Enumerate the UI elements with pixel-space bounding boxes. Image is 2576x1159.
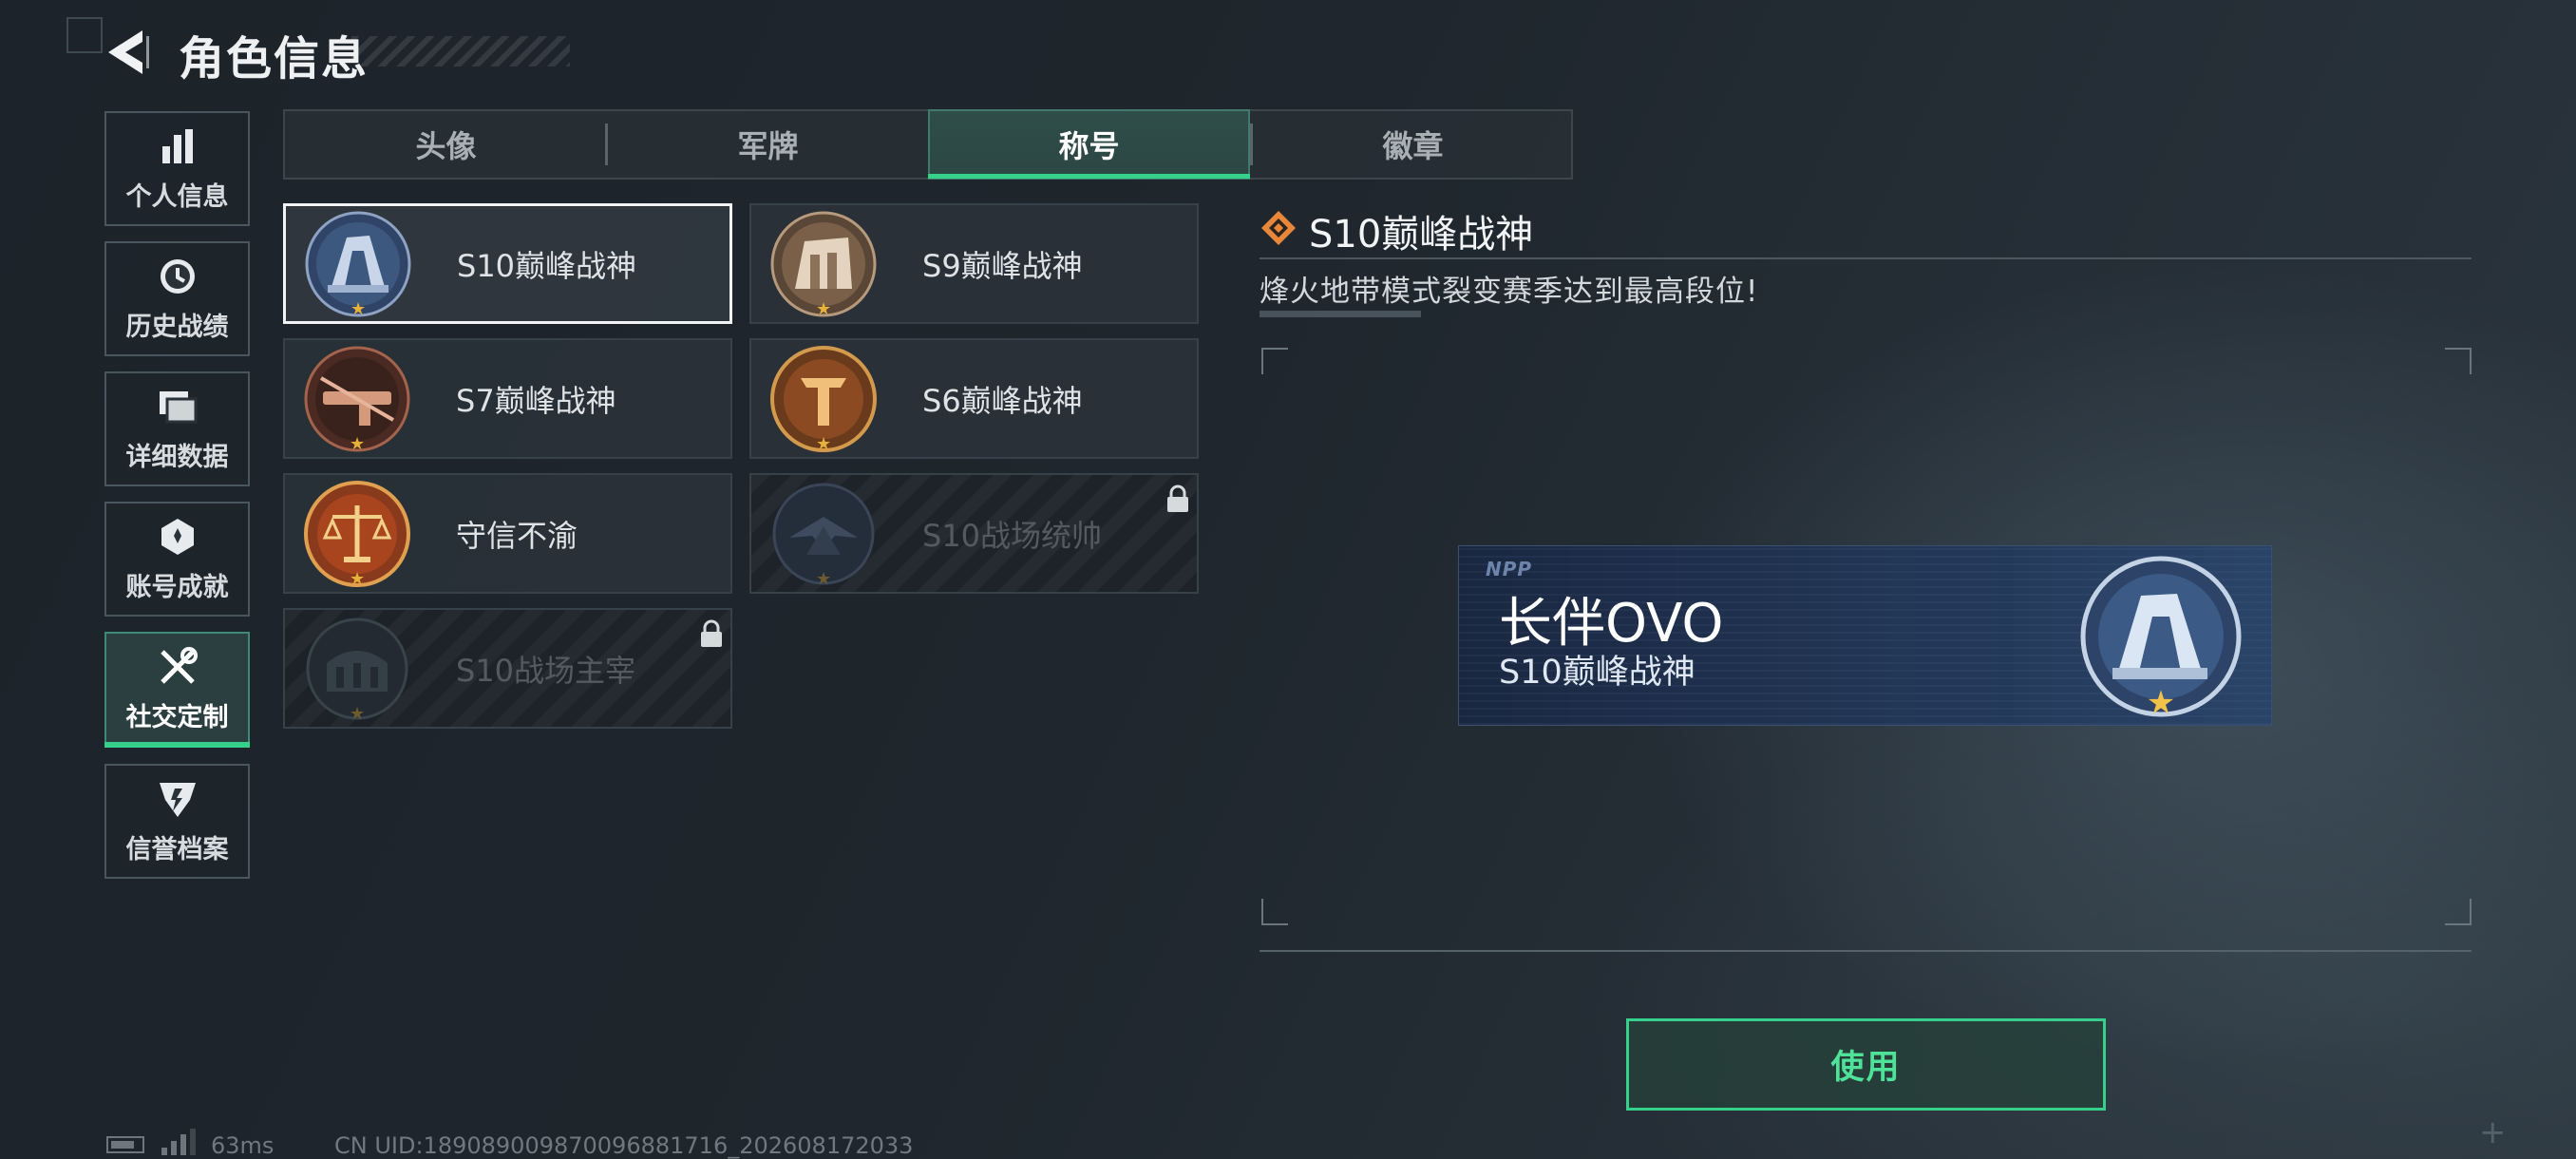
- title-card-s10-dominator[interactable]: ★ S10战场主宰: [283, 608, 732, 729]
- star-icon: ★: [350, 568, 366, 589]
- frame-corner: [1261, 348, 1288, 374]
- title-decoration: [351, 36, 570, 66]
- preview-title: S10巅峰战神: [1499, 654, 1695, 692]
- sidebar-item-label: 账号成就: [125, 573, 229, 602]
- title-card-name: S9巅峰战神: [922, 247, 1083, 284]
- tab-active-indicator: [928, 174, 1250, 179]
- corner-mark: [66, 17, 103, 53]
- star-icon: ★: [350, 298, 367, 319]
- s9-peak-emblem-icon: ★: [768, 209, 879, 319]
- s6-peak-emblem-icon: ★: [768, 344, 879, 454]
- sidebar-active-indicator: [104, 742, 250, 748]
- title-card-name: S10战场主宰: [456, 652, 636, 689]
- title-diamond-icon: [1260, 209, 1297, 247]
- sidebar-item-label: 信誉档案: [125, 835, 229, 864]
- title-card-s10-peak[interactable]: ★ S10巅峰战神: [283, 203, 732, 324]
- tab-avatar[interactable]: 头像: [285, 109, 607, 180]
- svg-text:★: ★: [2147, 684, 2175, 721]
- ping-text: 63ms: [211, 1132, 275, 1159]
- battery-icon: [106, 1136, 144, 1153]
- title-card-s6-peak[interactable]: ★ S6巅峰战神: [749, 338, 1199, 459]
- s10-dominator-emblem-icon: ★: [302, 614, 412, 724]
- sidebar-item-personal-info[interactable]: 个人信息: [104, 111, 250, 226]
- star-icon: ★: [816, 298, 832, 319]
- preview-emblem-icon: ★: [2076, 552, 2245, 722]
- sidebar-item-detailed-data[interactable]: 详细数据: [104, 371, 250, 486]
- achievement-icon: [156, 515, 199, 559]
- back-icon[interactable]: [104, 27, 152, 78]
- s10-peak-emblem-icon: ★: [303, 209, 413, 319]
- tools-icon: [156, 645, 199, 689]
- title-card-name: S6巅峰战神: [922, 382, 1083, 419]
- detail-bottom-divider: [1260, 950, 2472, 952]
- title-card-faithful[interactable]: ★ 守信不渝: [283, 473, 732, 594]
- preview-logo: NPP: [1486, 558, 1533, 580]
- sidebar-item-achievements[interactable]: 账号成就: [104, 502, 250, 617]
- use-button[interactable]: 使用: [1626, 1018, 2106, 1111]
- title-card-name: S7巅峰战神: [456, 382, 616, 419]
- tab-badge[interactable]: 徽章: [1252, 109, 1574, 180]
- sidebar-item-label: 社交定制: [125, 703, 229, 732]
- tab-dog-tag[interactable]: 军牌: [607, 109, 929, 180]
- uid-text: CN UID:18908900987009688171​6_2026081720…: [334, 1132, 914, 1159]
- sidebar-item-social-custom[interactable]: 社交定制: [104, 632, 250, 747]
- star-icon: ★: [350, 703, 366, 724]
- detail-description: 烽火地带模式裂变赛季达到最高段位!: [1260, 275, 1759, 309]
- tab-title[interactable]: 称号: [928, 109, 1250, 180]
- star-icon: ★: [350, 433, 366, 454]
- title-card-name: 守信不渝: [456, 517, 578, 554]
- star-icon: ★: [816, 433, 832, 454]
- sidebar-item-label: 个人信息: [125, 182, 229, 212]
- frame-corner: [2445, 348, 2472, 374]
- lock-icon: [1167, 484, 1188, 512]
- sidebar-item-history[interactable]: 历史战绩: [104, 241, 250, 356]
- credit-badge-icon: [156, 777, 199, 821]
- folder-icon: [156, 385, 199, 428]
- detail-title: S10巅峰战神: [1309, 213, 1534, 256]
- detail-decoration-bar: [1260, 311, 1421, 317]
- s7-peak-emblem-icon: ★: [302, 344, 412, 454]
- frame-corner: [1261, 899, 1288, 925]
- frame-corner: [2445, 899, 2472, 925]
- s10-commander-emblem-icon: ★: [768, 479, 879, 589]
- scales-emblem-icon: ★: [302, 479, 412, 589]
- sidebar-item-credit-record[interactable]: 信誉档案: [104, 764, 250, 879]
- title-card-s9-peak[interactable]: ★ S9巅峰战神: [749, 203, 1199, 324]
- signal-icon: [160, 1129, 198, 1155]
- title-card-name: S10巅峰战神: [457, 247, 637, 284]
- page-title: 角色信息: [179, 32, 369, 86]
- clock-icon: [156, 255, 199, 298]
- crosshair-icon: +: [2479, 1113, 2507, 1151]
- title-card-name: S10战场统帅: [922, 517, 1103, 554]
- title-preview-banner: NPP 长伴OVO S10巅峰战神 ★: [1458, 545, 2272, 726]
- detail-divider: [1260, 257, 2472, 259]
- star-icon: ★: [816, 568, 832, 589]
- sidebar-item-label: 历史战绩: [125, 313, 229, 342]
- lock-icon: [701, 619, 722, 647]
- bar-chart-icon: [156, 124, 199, 168]
- sidebar-item-label: 详细数据: [125, 443, 229, 472]
- title-card-s7-peak[interactable]: ★ S7巅峰战神: [283, 338, 732, 459]
- title-card-s10-commander[interactable]: ★ S10战场统帅: [749, 473, 1199, 594]
